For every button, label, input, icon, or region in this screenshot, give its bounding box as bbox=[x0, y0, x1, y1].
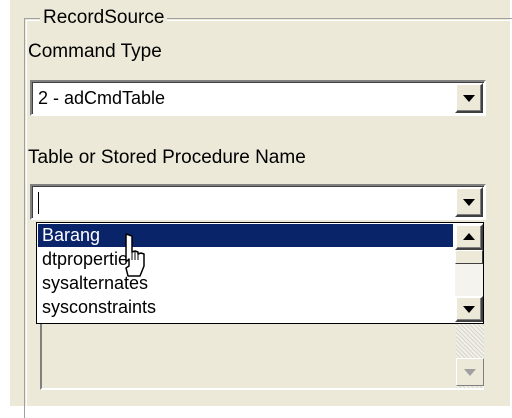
scroll-up-button[interactable] bbox=[455, 224, 483, 250]
mouse-pointer-icon bbox=[125, 233, 145, 277]
listbox-scroll-down-button bbox=[456, 358, 484, 386]
scroll-down-button[interactable] bbox=[455, 296, 483, 322]
recordsource-legend: RecordSource bbox=[40, 6, 168, 30]
text-caret bbox=[38, 192, 39, 214]
table-name-dropdown-button[interactable] bbox=[455, 187, 483, 217]
field-listbox[interactable] bbox=[40, 324, 484, 390]
list-item-barang[interactable]: Barang bbox=[38, 224, 453, 247]
list-item-dtproperties[interactable]: dtproperties bbox=[38, 248, 453, 271]
chevron-down-icon bbox=[463, 306, 475, 313]
table-name-label: Table or Stored Procedure Name bbox=[28, 147, 306, 168]
scroll-thumb[interactable] bbox=[455, 250, 483, 264]
listbox-scrollbar bbox=[456, 324, 484, 388]
list-item-sysconstraints[interactable]: sysconstraints bbox=[38, 296, 453, 319]
chevron-down-icon bbox=[464, 369, 476, 376]
table-dropdown-list[interactable]: Barang dtproperties sysalternates syscon… bbox=[36, 222, 484, 324]
command-type-label: Command Type bbox=[28, 41, 162, 62]
chevron-down-icon bbox=[463, 95, 475, 102]
properties-panel: RecordSource Command Type 2 - adCmdTable… bbox=[10, 0, 512, 418]
command-type-combobox[interactable]: 2 - adCmdTable bbox=[30, 80, 486, 116]
scroll-up-icon bbox=[463, 233, 475, 240]
list-item-sysalternates[interactable]: sysalternates bbox=[38, 272, 453, 295]
command-type-dropdown-button[interactable] bbox=[455, 83, 483, 113]
chevron-down-icon bbox=[463, 199, 475, 206]
table-name-combobox[interactable] bbox=[30, 184, 486, 220]
command-type-value: 2 - adCmdTable bbox=[38, 88, 166, 108]
dropdown-scrollbar[interactable] bbox=[455, 224, 483, 322]
